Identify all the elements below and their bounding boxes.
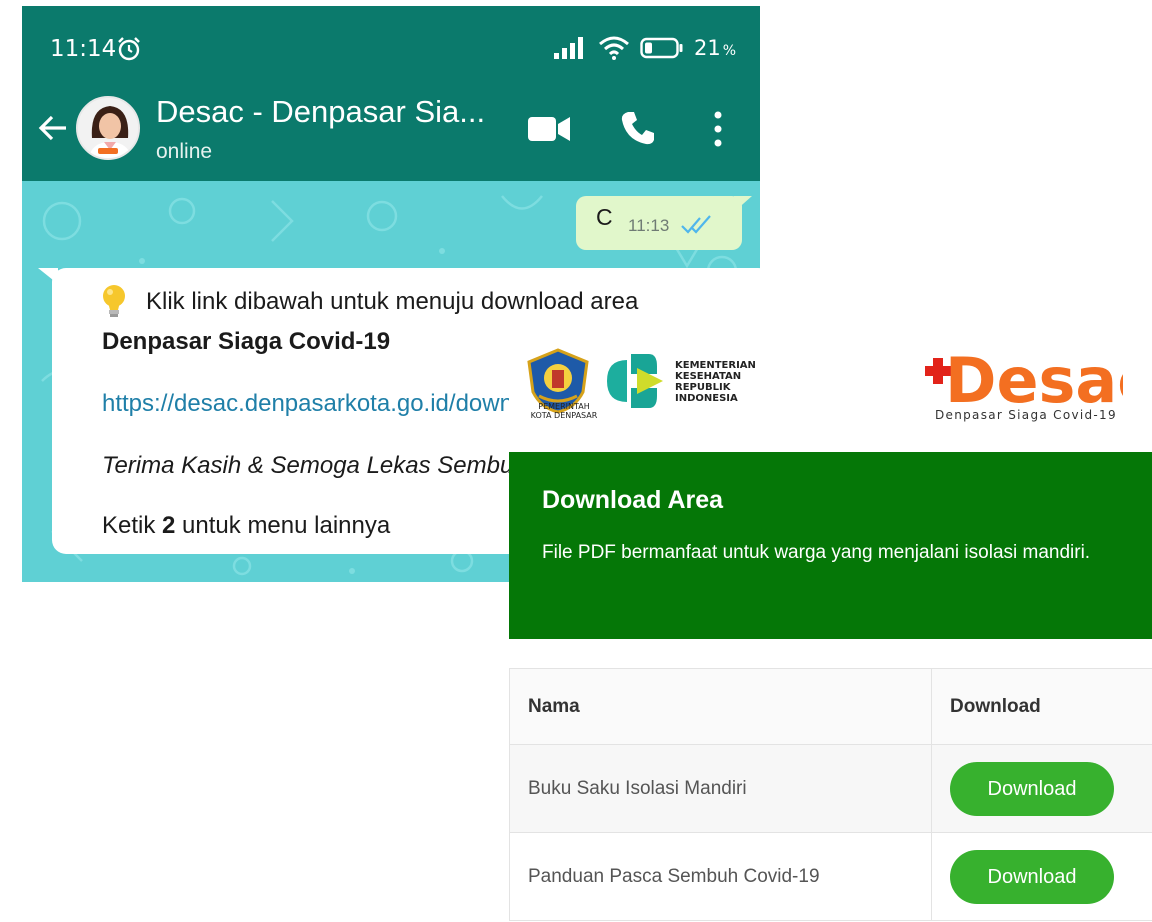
kemenkes-label-line3: REPUBLIK bbox=[675, 382, 731, 393]
download-cell: Download bbox=[931, 744, 1152, 833]
read-ticks-icon bbox=[681, 215, 711, 234]
message-line-intro: Klik link dibawah untuk menuju download … bbox=[146, 288, 639, 315]
battery-percent-sign: % bbox=[722, 43, 736, 59]
more-options-icon[interactable] bbox=[704, 110, 732, 148]
table-header-row: Nama Download bbox=[509, 668, 1152, 745]
table-row: Buku Saku Isolasi Mandiri Download bbox=[509, 744, 1152, 833]
pemkot-label-line2: KOTA DENPASAR bbox=[530, 411, 598, 420]
back-arrow-icon[interactable] bbox=[36, 111, 70, 145]
outgoing-message-text: C bbox=[596, 204, 613, 230]
logo-header: PEMERINTAH KOTA DENPASAR KEMENTERIAN KES… bbox=[509, 322, 1152, 452]
contact-avatar[interactable] bbox=[76, 96, 140, 160]
desac-tagline: Denpasar Siaga Covid-19 bbox=[935, 408, 1117, 422]
column-header-name: Nama bbox=[509, 668, 932, 745]
battery-level: 21 bbox=[693, 36, 721, 60]
lightbulb-icon bbox=[103, 285, 125, 317]
file-name: Buku Saku Isolasi Mandiri bbox=[509, 744, 932, 833]
menu-text-post: untuk menu lainnya bbox=[175, 512, 391, 539]
download-cell: Download bbox=[931, 832, 1152, 921]
wifi-icon bbox=[598, 36, 629, 60]
kemenkes-label-line1: KEMENTERIAN bbox=[675, 360, 756, 371]
signal-icon bbox=[553, 37, 583, 59]
avatar-portrait bbox=[78, 98, 138, 158]
outgoing-message-time: 11:13 bbox=[628, 216, 670, 235]
desac-logo-icon: Desac bbox=[925, 344, 1123, 408]
svg-text:Desac: Desac bbox=[945, 344, 1123, 408]
battery-icon bbox=[640, 37, 683, 59]
outgoing-message[interactable]: C 11:13 bbox=[576, 196, 742, 250]
kemenkes-label: KEMENTERIAN KESEHATAN REPUBLIK INDONESIA bbox=[675, 360, 756, 404]
download-button[interactable]: Download bbox=[950, 849, 1114, 904]
column-header-download: Download bbox=[931, 668, 1152, 745]
kemenkes-label-line2: KESEHATAN bbox=[675, 371, 742, 382]
table-row: Panduan Pasca Sembuh Covid-19 Download bbox=[509, 832, 1152, 921]
download-table: Nama Download Buku Saku Isolasi Mandiri … bbox=[509, 668, 1152, 921]
download-area-banner: Download Area File PDF bermanfaat untuk … bbox=[509, 452, 1152, 639]
download-button[interactable]: Download bbox=[950, 761, 1114, 816]
desac-download-page: PEMERINTAH KOTA DENPASAR KEMENTERIAN KES… bbox=[509, 322, 1152, 922]
chat-header: 11:14 21 % Desac - Denpasar Sia... onlin… bbox=[22, 6, 760, 181]
outgoing-bubble-tail bbox=[734, 196, 752, 212]
kemenkes-logo-icon bbox=[607, 354, 663, 408]
banner-title: Download Area bbox=[542, 486, 724, 514]
file-name: Panduan Pasca Sembuh Covid-19 bbox=[509, 832, 932, 921]
menu-number: 2 bbox=[162, 512, 176, 539]
pemkot-label-line1: PEMERINTAH bbox=[538, 402, 590, 411]
message-link[interactable]: https://desac.denpasarkota.go.id/down bbox=[102, 390, 513, 418]
menu-text-pre: Ketik bbox=[102, 512, 163, 539]
alarm-icon bbox=[118, 37, 140, 61]
message-line-menu: Ketik 2 untuk menu lainnya bbox=[102, 512, 390, 540]
chat-online-status: online bbox=[156, 140, 213, 163]
chat-title[interactable]: Desac - Denpasar Sia... bbox=[156, 94, 485, 130]
banner-description: File PDF bermanfaat untuk warga yang men… bbox=[542, 542, 1091, 563]
pemkot-label: PEMERINTAH KOTA DENPASAR bbox=[519, 402, 609, 420]
video-call-icon[interactable] bbox=[528, 114, 570, 144]
status-indicators: 21 % bbox=[553, 36, 736, 60]
message-line-title: Denpasar Siaga Covid-19 bbox=[102, 328, 391, 355]
kemenkes-label-line4: INDONESIA bbox=[675, 393, 738, 404]
phone-call-icon[interactable] bbox=[620, 110, 656, 146]
status-time: 11:14 bbox=[50, 36, 117, 62]
message-line-thanks: Terima Kasih & Semoga Lekas Sembuh bbox=[102, 452, 527, 479]
